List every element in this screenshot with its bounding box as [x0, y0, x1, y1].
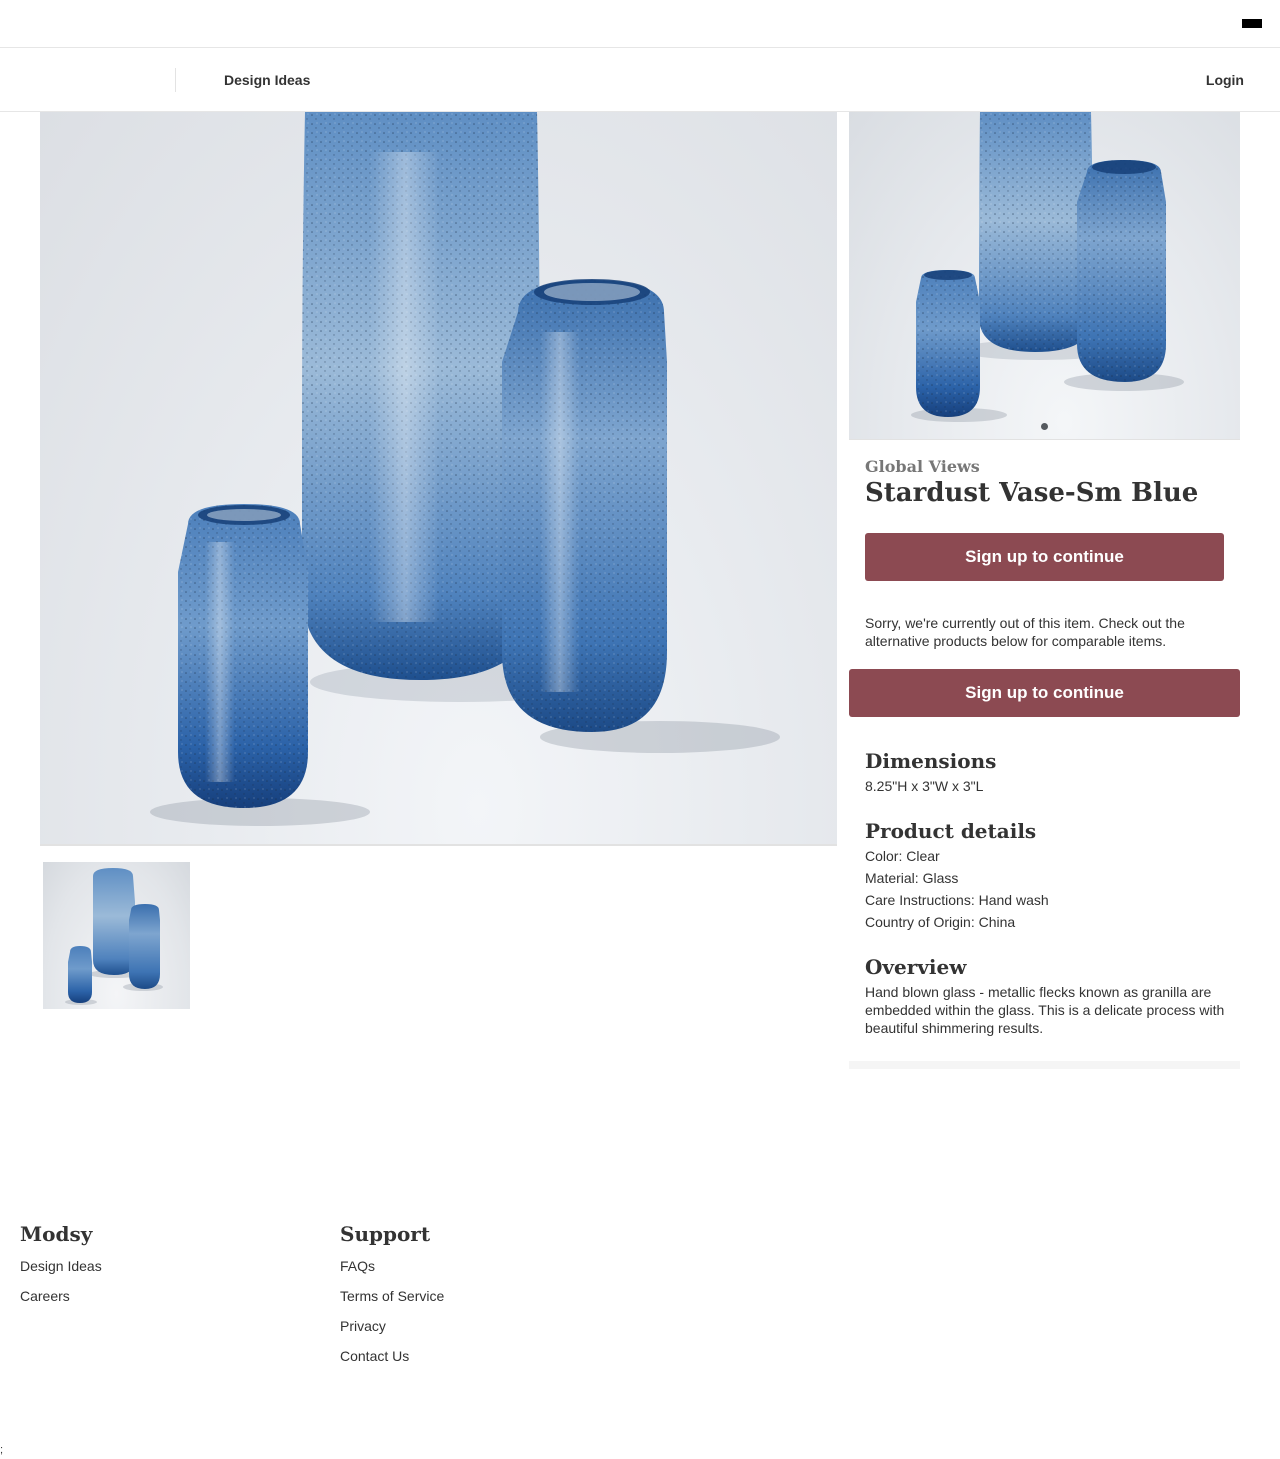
main-product-image[interactable]: [40, 112, 837, 846]
footer-link-terms-of-service[interactable]: Terms of Service: [340, 1288, 444, 1304]
product-thumbnail[interactable]: [43, 862, 190, 1009]
sign-up-button-secondary[interactable]: Sign up to continue: [849, 669, 1240, 717]
nav-design-ideas-link[interactable]: Design Ideas: [224, 72, 310, 88]
footer-link-careers[interactable]: Careers: [20, 1288, 70, 1304]
section-divider: [849, 1061, 1240, 1069]
detail-material: Material: Glass: [865, 870, 959, 886]
dimensions-value: 8.25"H x 3"W x 3"L: [865, 778, 984, 794]
dimensions-heading: Dimensions: [865, 749, 997, 773]
footer-link-contact-us[interactable]: Contact Us: [340, 1348, 409, 1364]
detail-color: Color: Clear: [865, 848, 940, 864]
detail-country-of-origin: Country of Origin: China: [865, 914, 1016, 930]
overview-heading: Overview: [865, 955, 967, 979]
top-bar: [0, 0, 1280, 48]
stray-text: ;: [0, 1444, 4, 1456]
footer-link-design-ideas[interactable]: Design Ideas: [20, 1258, 102, 1274]
footer-support-heading: Support: [340, 1222, 431, 1246]
nav-divider: [175, 68, 176, 92]
footer-link-privacy[interactable]: Privacy: [340, 1318, 386, 1334]
navigation-bar: Design Ideas Login: [0, 48, 1280, 112]
product-title: Stardust Vase-Sm Blue: [865, 478, 1199, 508]
product-details-heading: Product details: [865, 819, 1037, 843]
carousel-dot[interactable]: [1041, 423, 1048, 430]
footer-modsy-heading: Modsy: [20, 1222, 93, 1246]
product-image-carousel[interactable]: [849, 112, 1240, 440]
detail-care-instructions: Care Instructions: Hand wash: [865, 892, 1049, 908]
login-link[interactable]: Login: [1206, 72, 1244, 88]
overview-text: Hand blown glass - metallic flecks known…: [865, 984, 1225, 1036]
hamburger-menu-icon[interactable]: [1242, 19, 1262, 28]
sign-up-button-primary[interactable]: Sign up to continue: [865, 533, 1224, 581]
out-of-stock-message: Sorry, we're currently out of this item.…: [865, 615, 1185, 649]
product-brand[interactable]: Global Views: [865, 457, 980, 476]
footer-link-faqs[interactable]: FAQs: [340, 1258, 375, 1274]
